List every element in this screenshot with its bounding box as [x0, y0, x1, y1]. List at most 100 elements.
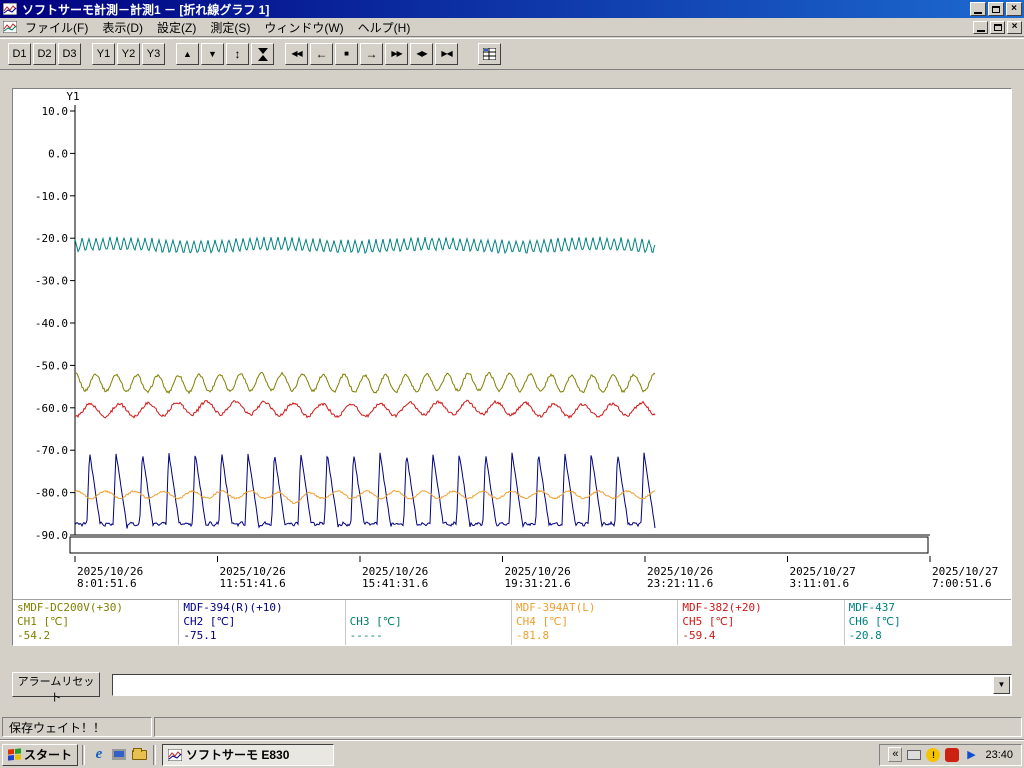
graph-panel: 10.00.0-10.0-20.0-30.0-40.0-50.0-60.0-70…	[12, 88, 1012, 646]
svg-text:8:01:51.6: 8:01:51.6	[77, 577, 137, 590]
up-arrow-icon: ▲	[183, 50, 192, 59]
legend-ch4: MDF-394AT(L) CH4 [℃] -81.8	[512, 600, 678, 645]
svg-text:-80.0: -80.0	[35, 487, 68, 500]
menu-window[interactable]: ウィンドウ(W)	[257, 17, 350, 38]
expand-horizontal-button[interactable]: ◀▶	[410, 43, 433, 65]
close-button[interactable]: ×	[1006, 2, 1022, 16]
start-button[interactable]: スタート	[2, 744, 78, 766]
svg-text:-60.0: -60.0	[35, 402, 68, 415]
restore-button[interactable]	[988, 2, 1004, 16]
internet-explorer-icon[interactable]: e	[89, 745, 109, 765]
channel-value: -54.2	[17, 629, 174, 643]
alarm-row: アラームリセット ▼	[12, 672, 1012, 697]
desktop-icon[interactable]	[109, 745, 129, 765]
svg-text:-70.0: -70.0	[35, 444, 68, 457]
taskbar-separator	[82, 745, 85, 765]
scroll-up-button[interactable]: ▲	[176, 43, 199, 65]
chevron-left-icon[interactable]: «	[888, 747, 902, 762]
minimize-button[interactable]	[970, 2, 986, 16]
legend-ch3: CH3 [℃] -----	[346, 600, 512, 645]
svg-text:-30.0: -30.0	[35, 275, 68, 288]
graph-document-icon[interactable]	[2, 20, 18, 34]
right-arrow-icon: →	[366, 48, 378, 60]
taskbar-app-button[interactable]: ソフトサーモ E830	[162, 744, 334, 766]
svg-text:19:31:21.6: 19:31:21.6	[505, 577, 571, 590]
channel-name: sMDF-DC200V(+30)	[17, 601, 174, 615]
table-icon	[483, 48, 496, 60]
line-chart: 10.00.0-10.0-20.0-30.0-40.0-50.0-60.0-70…	[13, 89, 1011, 599]
minimize-icon	[974, 12, 982, 14]
y2-button[interactable]: Y2	[117, 43, 140, 65]
child-restore-button[interactable]	[990, 21, 1005, 34]
close-icon: ×	[1012, 22, 1018, 32]
channel-name: MDF-382(+20)	[682, 601, 839, 615]
close-icon: ×	[1011, 4, 1017, 14]
svg-text:10.0: 10.0	[42, 105, 69, 118]
menu-view[interactable]: 表示(D)	[95, 17, 150, 38]
update-warning-icon[interactable]: !	[926, 748, 940, 762]
collapse-horizontal-button[interactable]: ▶◀	[435, 43, 458, 65]
alarm-reset-button[interactable]: アラームリセット	[12, 672, 100, 697]
folder-icon[interactable]	[129, 745, 149, 765]
stop-icon: ■	[344, 50, 349, 58]
d1-button[interactable]: D1	[8, 43, 31, 65]
toolbar: D1 D2 D3 Y1 Y2 Y3 ▲ ▼ ↕ ◀◀ ← ■ → ▶▶ ◀▶ ▶…	[0, 38, 1024, 70]
channel-value: -20.8	[849, 629, 1007, 643]
data-table-button[interactable]	[478, 43, 501, 65]
scroll-down-button[interactable]: ▼	[201, 43, 224, 65]
child-close-button[interactable]: ×	[1007, 21, 1022, 34]
play-icon[interactable]: ▶	[964, 748, 978, 762]
svg-text:7:00:51.6: 7:00:51.6	[932, 577, 992, 590]
inward-triangles-icon: ▶◀	[441, 50, 451, 58]
menu-measure[interactable]: 測定(S)	[203, 17, 257, 38]
down-arrow-icon: ▼	[208, 50, 217, 59]
restore-icon	[994, 24, 1002, 31]
channel-name	[350, 601, 507, 615]
y1-button[interactable]: Y1	[92, 43, 115, 65]
svg-text:23:21:11.6: 23:21:11.6	[647, 577, 713, 590]
menu-file[interactable]: ファイル(F)	[18, 17, 95, 38]
svg-text:-90.0: -90.0	[35, 529, 68, 542]
app-icon	[2, 2, 18, 16]
taskbar-separator	[153, 745, 156, 765]
d2-button[interactable]: D2	[33, 43, 56, 65]
taskbar: スタート e ソフトサーモ E830 « ! ▶ 23:40	[0, 740, 1024, 768]
d3-button[interactable]: D3	[58, 43, 81, 65]
fit-vertical-button[interactable]	[251, 43, 274, 65]
alarm-combo-dropdown-button[interactable]: ▼	[993, 676, 1010, 694]
legend-ch5: MDF-382(+20) CH5 [℃] -59.4	[678, 600, 844, 645]
expand-vertical-button[interactable]: ↕	[226, 43, 249, 65]
legend-ch6: MDF-437 CH6 [℃] -20.8	[845, 600, 1011, 645]
svg-text:Y1: Y1	[66, 90, 79, 103]
taskbar-clock: 23:40	[985, 749, 1013, 761]
windows-logo-icon	[8, 748, 21, 760]
status-empty-cell	[154, 717, 1022, 737]
system-tray: « ! ▶ 23:40	[879, 744, 1022, 766]
stop-button[interactable]: ■	[335, 43, 358, 65]
y3-button[interactable]: Y3	[142, 43, 165, 65]
channel-label: CH3 [℃]	[350, 615, 507, 629]
channel-label: CH4 [℃]	[516, 615, 673, 629]
channel-label: CH1 [℃]	[17, 615, 174, 629]
step-forward-button[interactable]: →	[360, 43, 383, 65]
security-icon[interactable]	[945, 748, 959, 762]
minimize-icon	[977, 30, 985, 32]
step-back-button[interactable]: ←	[310, 43, 333, 65]
chevron-down-icon: ▼	[998, 681, 1006, 689]
svg-text:-50.0: -50.0	[35, 359, 68, 372]
fast-back-button[interactable]: ◀◀	[285, 43, 308, 65]
channel-label: CH2 [℃]	[183, 615, 340, 629]
legend-ch2: MDF-394(R)(+10) CH2 [℃] -75.1	[179, 600, 345, 645]
fast-forward-button[interactable]: ▶▶	[385, 43, 408, 65]
window-title: ソフトサーモ計測－計測1 － [折れ線グラフ 1]	[22, 1, 968, 18]
alarm-combo[interactable]: ▼	[112, 674, 1012, 696]
channel-label: CH6 [℃]	[849, 615, 1007, 629]
svg-text:-20.0: -20.0	[35, 232, 68, 245]
keyboard-icon[interactable]	[907, 750, 921, 760]
menu-settings[interactable]: 設定(Z)	[150, 17, 203, 38]
svg-text:0.0: 0.0	[48, 147, 68, 160]
child-minimize-button[interactable]	[973, 21, 988, 34]
menu-help[interactable]: ヘルプ(H)	[351, 17, 418, 38]
app-icon	[168, 749, 182, 761]
legend-ch1: sMDF-DC200V(+30) CH1 [℃] -54.2	[13, 600, 179, 645]
